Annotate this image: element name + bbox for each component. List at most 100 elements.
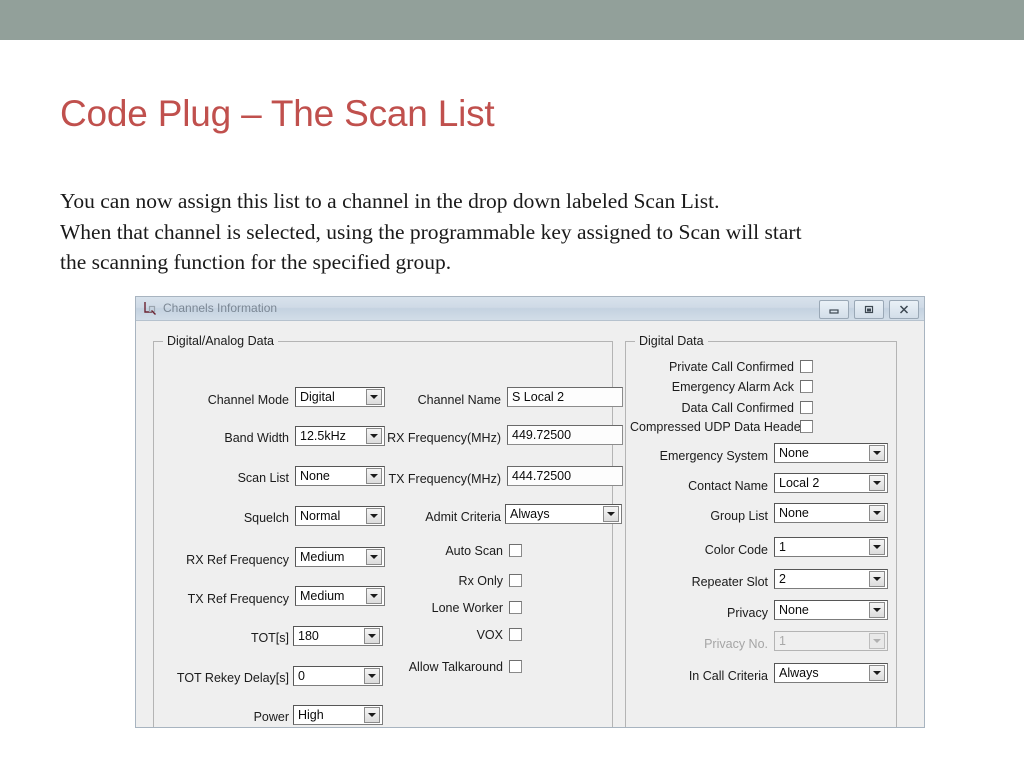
combo-band-width-value: 12.5kHz xyxy=(300,429,346,443)
combo-repeater-slot-value: 2 xyxy=(779,572,786,586)
top-banner xyxy=(0,0,1024,40)
label-group-list: Group List xyxy=(710,509,768,523)
label-rx-ref-frequency: RX Ref Frequency xyxy=(186,553,289,567)
label-auto-scan: Auto Scan xyxy=(445,544,503,558)
combo-tx-ref-frequency[interactable]: Medium xyxy=(295,586,385,606)
dialog-title-bar[interactable]: Channels Information xyxy=(136,297,924,321)
close-button[interactable] xyxy=(889,300,919,319)
minimize-button[interactable] xyxy=(819,300,849,319)
combo-rx-ref-frequency[interactable]: Medium xyxy=(295,547,385,567)
window-controls xyxy=(819,300,919,319)
checkbox-private-call-confirmed[interactable] xyxy=(800,360,813,373)
chevron-down-icon[interactable] xyxy=(869,445,885,461)
chevron-down-icon[interactable] xyxy=(869,665,885,681)
slide-body-text: You can now assign this list to a channe… xyxy=(60,186,960,278)
combo-tot[interactable]: 180 xyxy=(293,626,383,646)
label-power: Power xyxy=(253,710,289,724)
restore-button[interactable] xyxy=(854,300,884,319)
combo-tot-rekey-delay-value: 0 xyxy=(298,669,305,683)
combo-scan-list-value: None xyxy=(300,469,330,483)
combo-band-width[interactable]: 12.5kHz xyxy=(295,426,385,446)
label-scan-list: Scan List xyxy=(237,471,289,485)
chevron-down-icon[interactable] xyxy=(366,588,382,604)
chevron-down-icon[interactable] xyxy=(364,628,380,644)
combo-channel-mode-value: Digital xyxy=(300,390,335,404)
group-digital-data: Digital Data Private Call Confirmed Emer… xyxy=(625,334,897,727)
label-emergency-alarm-ack: Emergency Alarm Ack xyxy=(671,380,794,394)
input-tx-frequency[interactable]: 444.72500 xyxy=(507,466,623,486)
label-rx-only: Rx Only xyxy=(458,574,503,588)
input-channel-name[interactable]: S Local 2 xyxy=(507,387,623,407)
label-tx-frequency: TX Frequency(MHz) xyxy=(388,472,501,486)
checkbox-allow-talkaround[interactable] xyxy=(509,660,522,673)
dialog-client-area: Digital/Analog Data Channel Mode Band Wi… xyxy=(136,321,924,727)
channels-information-dialog: Channels Information Digital/Analog Data… xyxy=(135,296,925,728)
checkbox-emergency-alarm-ack[interactable] xyxy=(800,380,813,393)
label-private-call-confirmed: Private Call Confirmed xyxy=(668,360,794,374)
combo-channel-mode[interactable]: Digital xyxy=(295,387,385,407)
label-compressed-udp-data-header: Compressed UDP Data Header xyxy=(630,420,805,434)
label-lone-worker: Lone Worker xyxy=(431,601,503,615)
label-vox: VOX xyxy=(476,628,503,642)
combo-privacy[interactable]: None xyxy=(774,600,888,620)
application-icon xyxy=(143,301,158,316)
chevron-down-icon[interactable] xyxy=(869,475,885,491)
combo-power[interactable]: High xyxy=(293,705,383,725)
body-line-2: When that channel is selected, using the… xyxy=(60,219,802,244)
label-in-call-criteria: In Call Criteria xyxy=(688,669,768,683)
chevron-down-icon[interactable] xyxy=(364,668,380,684)
combo-privacy-value: None xyxy=(779,603,809,617)
label-channel-mode: Channel Mode xyxy=(207,393,289,407)
label-contact-name: Contact Name xyxy=(688,479,768,493)
chevron-down-icon[interactable] xyxy=(869,539,885,555)
body-line-3: the scanning function for the specified … xyxy=(60,250,452,274)
chevron-down-icon[interactable] xyxy=(869,505,885,521)
combo-privacy-no-value: 1 xyxy=(779,634,786,648)
label-tx-ref-frequency: TX Ref Frequency xyxy=(187,592,289,606)
combo-group-list-value: None xyxy=(779,506,809,520)
label-repeater-slot: Repeater Slot xyxy=(691,575,768,589)
group-digital-analog-data-title: Digital/Analog Data xyxy=(163,334,279,348)
label-tot-rekey-delay: TOT Rekey Delay[s] xyxy=(176,671,289,685)
group-digital-data-title: Digital Data xyxy=(635,334,708,348)
combo-tot-value: 180 xyxy=(298,629,319,643)
combo-squelch-value: Normal xyxy=(300,509,341,523)
page-title: Code Plug – The Scan List xyxy=(60,93,495,134)
dialog-title: Channels Information xyxy=(163,301,278,315)
combo-scan-list[interactable]: None xyxy=(295,466,385,486)
chevron-down-icon[interactable] xyxy=(364,707,380,723)
combo-repeater-slot[interactable]: 2 xyxy=(774,569,888,589)
chevron-down-icon[interactable] xyxy=(603,506,619,522)
label-privacy-no: Privacy No. xyxy=(704,637,768,651)
combo-contact-name[interactable]: Local 2 xyxy=(774,473,888,493)
combo-admit-criteria-value: Always xyxy=(510,507,550,521)
checkbox-compressed-udp-data-header[interactable] xyxy=(800,420,813,433)
combo-in-call-criteria-value: Always xyxy=(779,666,819,680)
combo-tot-rekey-delay[interactable]: 0 xyxy=(293,666,383,686)
combo-power-value: High xyxy=(298,708,324,722)
combo-admit-criteria[interactable]: Always xyxy=(505,504,622,524)
label-admit-criteria: Admit Criteria xyxy=(425,510,501,524)
label-channel-name: Channel Name xyxy=(417,393,501,407)
combo-privacy-no: 1 xyxy=(774,631,888,651)
label-privacy: Privacy xyxy=(727,606,768,620)
combo-color-code-value: 1 xyxy=(779,540,786,554)
combo-color-code[interactable]: 1 xyxy=(774,537,888,557)
checkbox-auto-scan[interactable] xyxy=(509,544,522,557)
combo-emergency-system[interactable]: None xyxy=(774,443,888,463)
combo-in-call-criteria[interactable]: Always xyxy=(774,663,888,683)
checkbox-lone-worker[interactable] xyxy=(509,601,522,614)
input-rx-frequency[interactable]: 449.72500 xyxy=(507,425,623,445)
checkbox-rx-only[interactable] xyxy=(509,574,522,587)
combo-contact-name-value: Local 2 xyxy=(779,476,820,490)
chevron-down-icon[interactable] xyxy=(366,549,382,565)
label-allow-talkaround: Allow Talkaround xyxy=(408,660,503,674)
combo-group-list[interactable]: None xyxy=(774,503,888,523)
combo-tx-ref-frequency-value: Medium xyxy=(300,589,345,603)
combo-rx-ref-frequency-value: Medium xyxy=(300,550,345,564)
chevron-down-icon[interactable] xyxy=(869,571,885,587)
checkbox-data-call-confirmed[interactable] xyxy=(800,401,813,414)
chevron-down-icon[interactable] xyxy=(869,602,885,618)
combo-squelch[interactable]: Normal xyxy=(295,506,385,526)
checkbox-vox[interactable] xyxy=(509,628,522,641)
